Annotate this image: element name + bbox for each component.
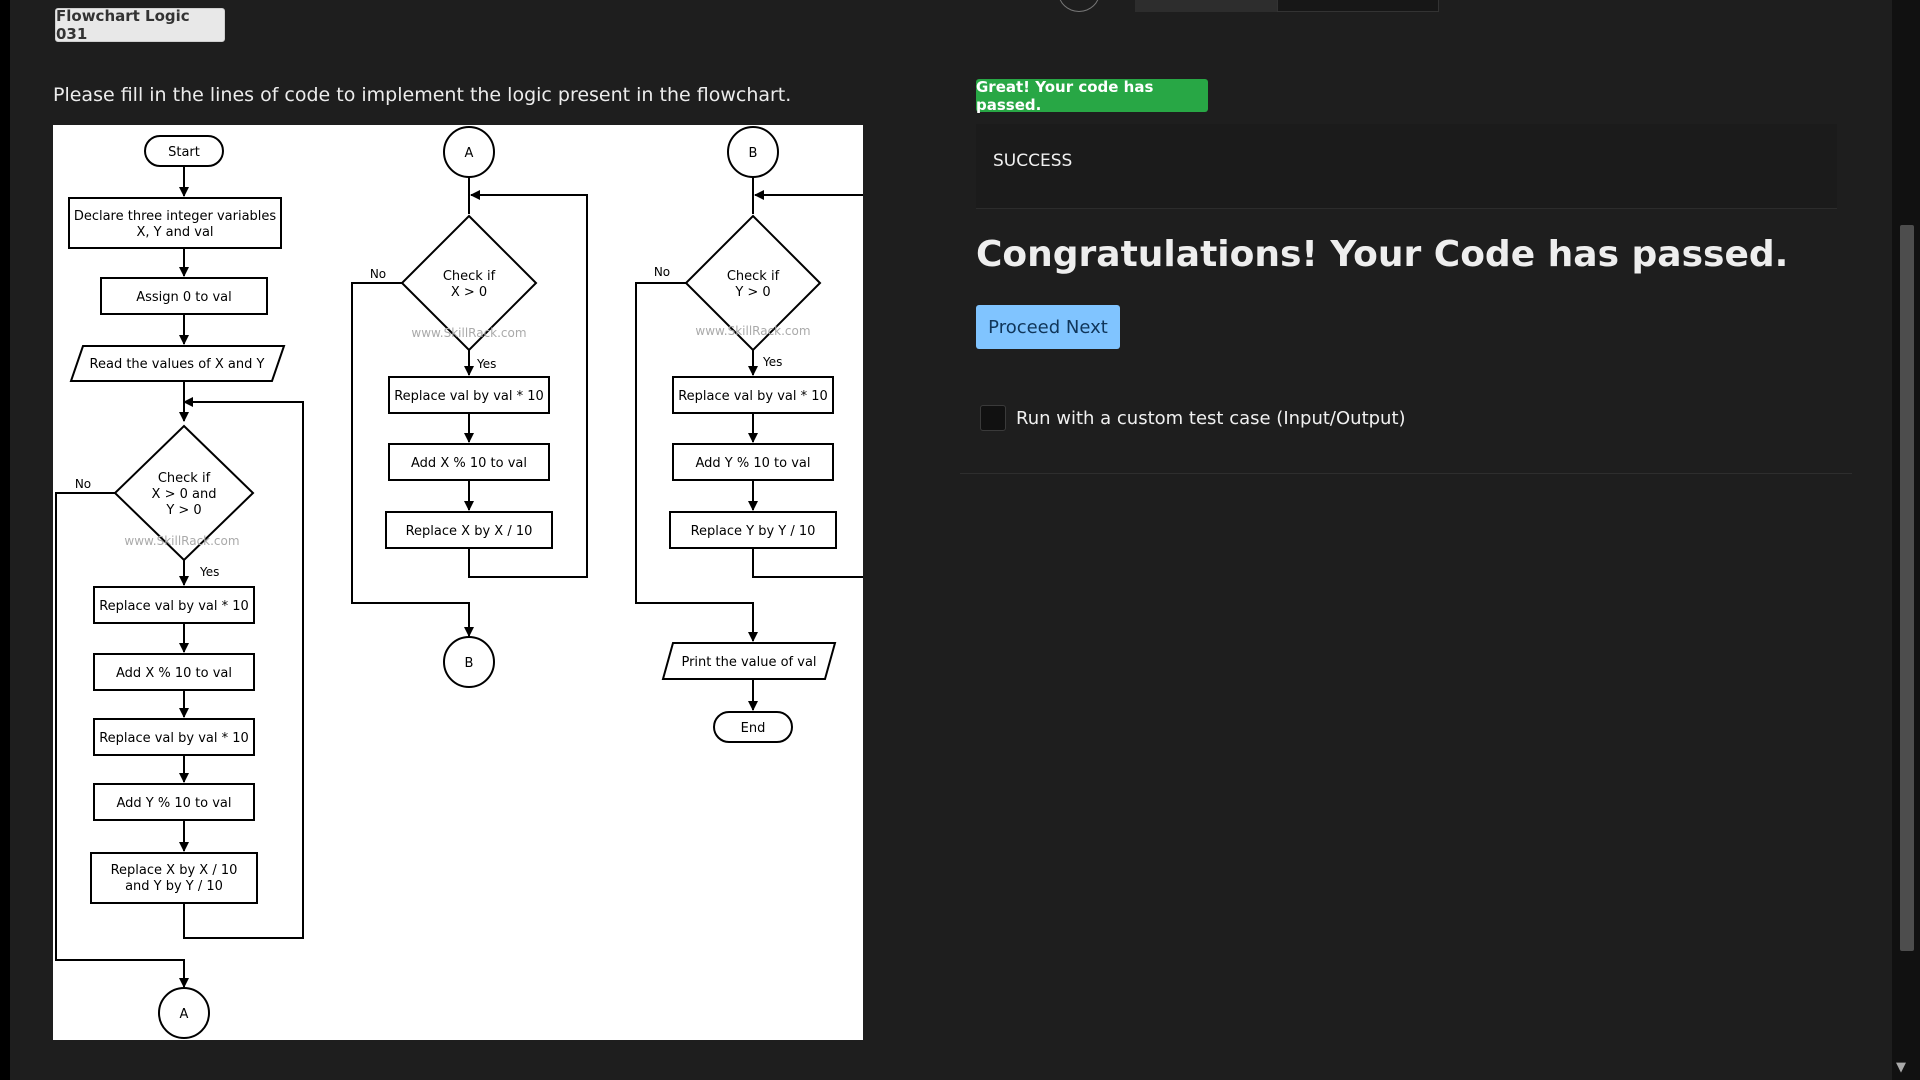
print-label: Print the value of val bbox=[681, 655, 816, 670]
check-x-label-2: X > 0 bbox=[451, 285, 487, 300]
check-x-label-1: Check if bbox=[443, 269, 496, 284]
end-label: End bbox=[741, 721, 766, 736]
connector-a-in-label: A bbox=[465, 146, 474, 161]
congrats-heading: Congratulations! Your Code has passed. bbox=[976, 234, 1789, 275]
c3-step3-label: Replace Y by Y / 10 bbox=[691, 524, 816, 539]
check-xy-label-3: Y > 0 bbox=[165, 503, 201, 518]
problem-instructions: Please fill in the lines of code to impl… bbox=[53, 84, 792, 106]
c2-step1-label: Replace val by val * 10 bbox=[394, 389, 544, 404]
yes-label-3: Yes bbox=[762, 355, 782, 369]
check-y-label-2: Y > 0 bbox=[734, 285, 770, 300]
c1-step3-label: Replace val by val * 10 bbox=[99, 731, 249, 746]
check-y-label-1: Check if bbox=[727, 269, 780, 284]
top-tab-active[interactable] bbox=[1277, 0, 1439, 12]
no-label-2: No bbox=[370, 267, 386, 281]
c2-step3-label: Replace X by X / 10 bbox=[406, 524, 533, 539]
c1-step5-label-1: Replace X by X / 10 bbox=[111, 863, 238, 878]
result-panel: SUCCESS bbox=[976, 124, 1837, 209]
result-status: SUCCESS bbox=[993, 151, 1073, 171]
scroll-down-arrow-icon[interactable]: ▼ bbox=[1896, 1060, 1906, 1075]
declare-label-1: Declare three integer variables bbox=[74, 209, 277, 224]
assign-label: Assign 0 to val bbox=[136, 290, 232, 305]
custom-test-checkbox[interactable] bbox=[980, 405, 1006, 431]
no-label-1: No bbox=[75, 477, 91, 491]
check-xy-label-2: X > 0 and bbox=[152, 487, 217, 502]
watermark-3: www.SkillRack.com bbox=[695, 324, 810, 338]
c1-step4-label: Add Y % 10 to val bbox=[117, 796, 232, 811]
declare-label-2: X, Y and val bbox=[136, 225, 213, 240]
c1-step5-box bbox=[90, 852, 258, 904]
start-label: Start bbox=[168, 145, 200, 160]
flowchart-image: Start Declare three integer variables X,… bbox=[53, 125, 863, 1040]
c3-step2-label: Add Y % 10 to val bbox=[696, 456, 811, 471]
c3-step1-label: Replace val by val * 10 bbox=[678, 389, 828, 404]
no-label-3: No bbox=[654, 265, 670, 279]
top-tab[interactable] bbox=[1135, 0, 1287, 12]
custom-test-label[interactable]: Run with a custom test case (Input/Outpu… bbox=[1016, 408, 1406, 429]
success-badge: Great! Your code has passed. bbox=[976, 78, 1208, 114]
c1-step1-label: Replace val by val * 10 bbox=[99, 599, 249, 614]
scrollbar-thumb[interactable] bbox=[1900, 225, 1914, 951]
check-xy-label-1: Check if bbox=[158, 471, 211, 486]
c1-step2-label: Add X % 10 to val bbox=[116, 666, 232, 681]
watermark-2: www.SkillRack.com bbox=[411, 326, 526, 340]
custom-test-row[interactable]: Run with a custom test case (Input/Outpu… bbox=[980, 405, 1406, 431]
c1-step5-label-2: and Y by Y / 10 bbox=[125, 879, 223, 894]
watermark-1: www.SkillRack.com bbox=[124, 534, 239, 548]
yes-label-2: Yes bbox=[476, 357, 496, 371]
problem-tag-button[interactable]: Flowchart Logic 031 bbox=[55, 7, 225, 43]
connector-a-out-label: A bbox=[180, 1007, 189, 1022]
connector-b-in-label: B bbox=[749, 146, 758, 161]
divider bbox=[960, 473, 1852, 474]
proceed-next-button[interactable]: Proceed Next bbox=[976, 305, 1120, 349]
c2-step2-label: Add X % 10 to val bbox=[411, 456, 527, 471]
connector-b-out-label: B bbox=[465, 656, 474, 671]
read-label: Read the values of X and Y bbox=[90, 357, 265, 372]
yes-label-1: Yes bbox=[199, 565, 219, 579]
